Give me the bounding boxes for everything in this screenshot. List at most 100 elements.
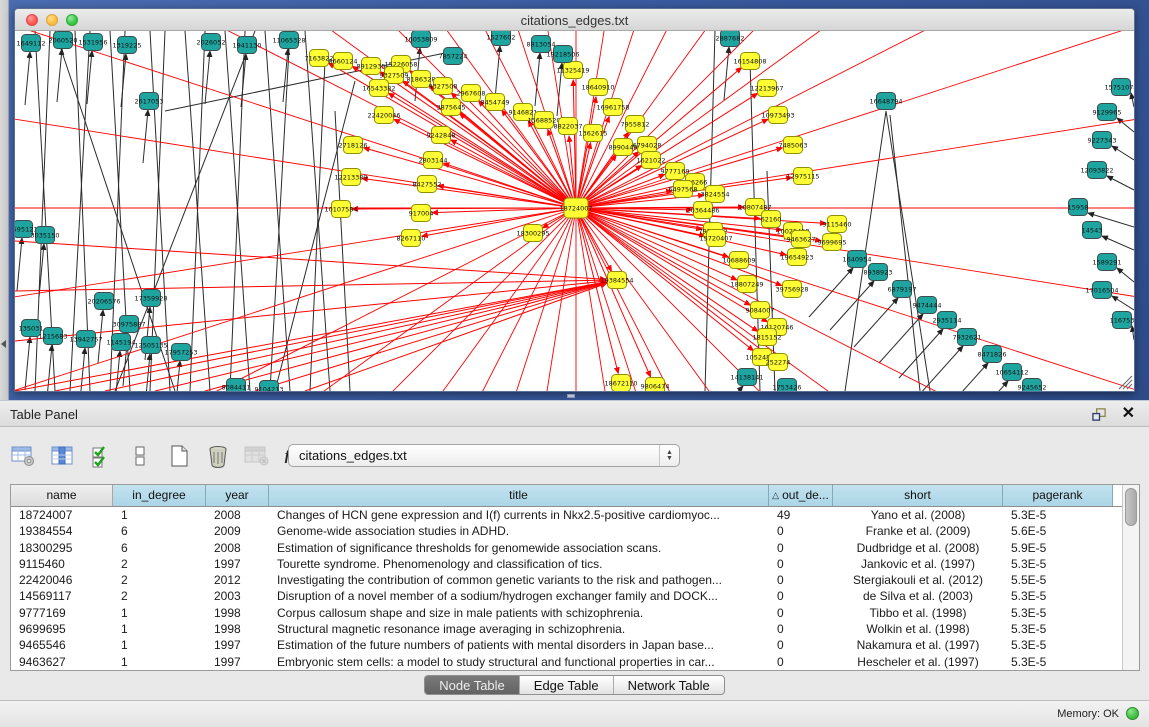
- show-column-icon[interactable]: [49, 443, 75, 469]
- table-cell[interactable]: 2008: [206, 507, 269, 523]
- graph-node-9806474[interactable]: 9806474: [641, 378, 670, 392]
- graph-node-19654923[interactable]: 19654923: [780, 249, 813, 266]
- table-cell[interactable]: 49: [769, 507, 833, 523]
- graph-node-18640910[interactable]: 18640910: [581, 79, 614, 96]
- graph-node-2060520[interactable]: 2060520: [49, 32, 78, 49]
- table-cell[interactable]: Disruption of a novel member of a sodium…: [269, 588, 769, 604]
- table-cell[interactable]: 1: [113, 605, 206, 621]
- graph-node-9084007[interactable]: 9084007: [746, 302, 775, 319]
- table-cell[interactable]: 6: [113, 540, 206, 556]
- select-attributes-icon[interactable]: [88, 443, 114, 469]
- graph-node-18672110[interactable]: 18672110: [604, 375, 637, 392]
- table-cell[interactable]: Hescheler et al. (1997): [833, 654, 1003, 670]
- graph-node-10973493[interactable]: 10973493: [761, 107, 794, 124]
- table-cell[interactable]: Stergiakouli et al. (2012): [833, 572, 1003, 588]
- table-cell[interactable]: Embryonic stem cells: a model to study s…: [269, 654, 769, 670]
- graph-node-2617053[interactable]: 2617053: [135, 93, 164, 110]
- table-cell[interactable]: Tourette syndrome. Phenomenology and cla…: [269, 556, 769, 572]
- graph-node-9474444[interactable]: 9474444: [913, 297, 942, 314]
- table-row[interactable]: 1830029562008Estimation of significance …: [11, 540, 1122, 556]
- table-cell[interactable]: 5.3E-5: [1003, 621, 1113, 637]
- table-row[interactable]: 1456911722003Disruption of a novel membe…: [11, 588, 1122, 604]
- table-cell[interactable]: 2012: [206, 572, 269, 588]
- graph-node-15958[interactable]: 15958: [1068, 199, 1089, 216]
- table-cell[interactable]: Estimation of the future numbers of pati…: [269, 637, 769, 653]
- table-cell[interactable]: 19384554: [11, 523, 113, 539]
- table-cell[interactable]: 0: [769, 588, 833, 604]
- table-cell[interactable]: Changes of HCN gene expression and I(f) …: [269, 507, 769, 523]
- graph-node-7955812[interactable]: 7955812: [621, 116, 650, 133]
- table-cell[interactable]: 0: [769, 637, 833, 653]
- table-row[interactable]: 946554611997Estimation of the future num…: [11, 637, 1122, 653]
- row-height-icon[interactable]: [127, 443, 153, 469]
- table-cell[interactable]: 18300295: [11, 540, 113, 556]
- graph-node-1941130[interactable]: 1941130: [233, 37, 262, 54]
- table-cell[interactable]: 5.3E-5: [1003, 556, 1113, 572]
- graph-node-30975887[interactable]: 30975887: [112, 316, 145, 333]
- table-cell[interactable]: 2003: [206, 588, 269, 604]
- table-cell[interactable]: 1998: [206, 621, 269, 637]
- float-window-icon[interactable]: [1092, 407, 1107, 422]
- column-header-title[interactable]: title: [269, 485, 769, 506]
- panel-splitter-handle[interactable]: [567, 394, 575, 398]
- graph-node-8427552[interactable]: 8427552: [413, 176, 442, 193]
- memory-ok-indicator-icon[interactable]: [1126, 707, 1139, 720]
- table-cell[interactable]: 5.3E-5: [1003, 588, 1113, 604]
- table-cell[interactable]: Tibbo et al. (1998): [833, 605, 1003, 621]
- table-cell[interactable]: 1997: [206, 654, 269, 670]
- table-cell[interactable]: 1: [113, 507, 206, 523]
- graph-node-14138141[interactable]: 14138141: [730, 369, 763, 386]
- column-header-in_degree[interactable]: in_degree: [113, 485, 206, 506]
- graph-node-3824554[interactable]: 3824554: [701, 186, 730, 203]
- graph-node-20206576[interactable]: 20206576: [87, 293, 120, 310]
- control-panel-splitter[interactable]: [0, 0, 9, 400]
- table-cell[interactable]: 1998: [206, 605, 269, 621]
- graph-node-14543[interactable]: 14543: [1082, 222, 1103, 239]
- graph-node-2935114[interactable]: 2935114: [933, 312, 962, 329]
- table-cell[interactable]: 9463627: [11, 654, 113, 670]
- table-cell[interactable]: 2: [113, 572, 206, 588]
- graph-node-2026052[interactable]: 2026052: [197, 34, 226, 51]
- column-header-name[interactable]: name: [11, 485, 113, 506]
- graph-node-135031[interactable]: 135031: [19, 320, 44, 337]
- table-cell[interactable]: 5.5E-5: [1003, 572, 1113, 588]
- table-cell[interactable]: Corpus callosum shape and size in male p…: [269, 605, 769, 621]
- table-cell[interactable]: 0: [769, 605, 833, 621]
- table-row[interactable]: 1872400712008Changes of HCN gene express…: [11, 507, 1122, 523]
- column-header-pagerank[interactable]: pagerank: [1003, 485, 1113, 506]
- graph-node-8938923[interactable]: 8938923: [864, 264, 893, 281]
- graph-node-39756928[interactable]: 39756928: [775, 281, 808, 298]
- graph-node-15751074[interactable]: 15751074: [1104, 79, 1134, 96]
- graph-node-9104213[interactable]: 9104213: [255, 381, 284, 392]
- graph-node-9245652[interactable]: 9245652: [1018, 379, 1047, 392]
- graph-node-12093822[interactable]: 12093822: [1080, 162, 1113, 179]
- table-cell[interactable]: 1: [113, 621, 206, 637]
- graph-node-2803144[interactable]: 2803144: [419, 152, 448, 169]
- graph-node-1145194[interactable]: 1145194: [107, 334, 136, 351]
- table-cell[interactable]: de Silva et al. (2003): [833, 588, 1003, 604]
- collapse-arrow-icon[interactable]: [1, 340, 6, 348]
- table-cell[interactable]: 9465546: [11, 637, 113, 653]
- table-row[interactable]: 977716911998Corpus callosum shape and si…: [11, 605, 1122, 621]
- graph-node-8267110[interactable]: 8267110: [397, 230, 426, 247]
- graph-node-18807249[interactable]: 18807249: [730, 276, 763, 293]
- tab-node-table[interactable]: Node Table: [425, 676, 520, 694]
- graph-node-12505135[interactable]: 12505135: [134, 337, 167, 354]
- table-cell[interactable]: 5.3E-5: [1003, 654, 1113, 670]
- table-cell[interactable]: 9699695: [11, 621, 113, 637]
- graph-node-12213389[interactable]: 12213389: [334, 169, 367, 186]
- graph-node-1649112[interactable]: 1649112: [17, 35, 46, 52]
- graph-node-7485063[interactable]: 7485063: [779, 137, 808, 154]
- table-cell[interactable]: 0: [769, 523, 833, 539]
- table-cell[interactable]: Yano et al. (2008): [833, 507, 1003, 523]
- table-settings-icon[interactable]: [10, 443, 36, 469]
- table-row[interactable]: 1938455462009Genome-wide association stu…: [11, 523, 1122, 539]
- scrollbar-thumb[interactable]: [1125, 488, 1137, 526]
- table-cell[interactable]: 5.6E-5: [1003, 523, 1113, 539]
- network-canvas[interactable]: 1872400771638228660124891293515226058932…: [15, 31, 1134, 391]
- graph-node-16053809[interactable]: 16053809: [404, 31, 437, 48]
- graph-node-16154808[interactable]: 16154808: [733, 53, 766, 70]
- table-cell[interactable]: 0: [769, 654, 833, 670]
- graph-node-9115460[interactable]: 9115460: [823, 216, 852, 233]
- tab-edge-table[interactable]: Edge Table: [520, 676, 614, 694]
